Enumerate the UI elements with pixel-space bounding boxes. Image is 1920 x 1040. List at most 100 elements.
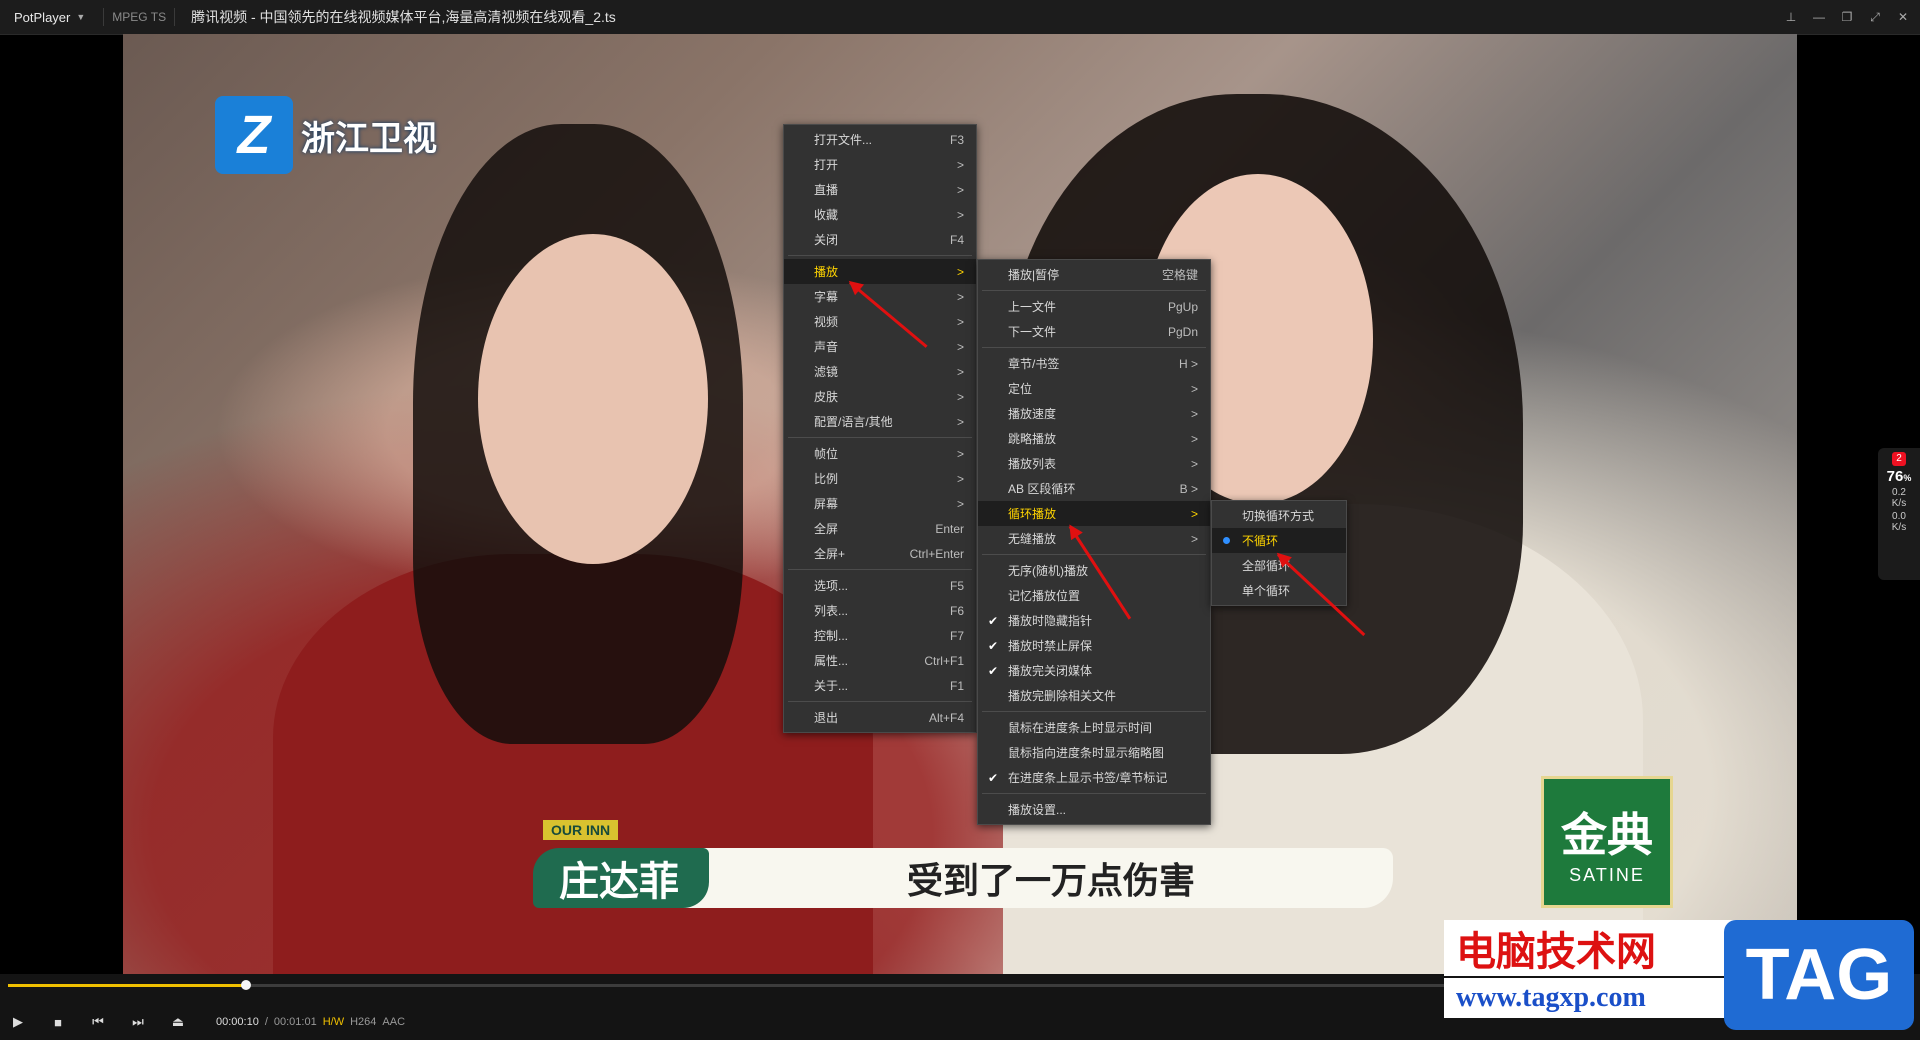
context-menu-item[interactable]: 配置/语言/其他 > xyxy=(784,409,976,434)
play-menu-item[interactable]: ✔ 播放时隐藏指针 xyxy=(978,608,1210,633)
context-menu-item[interactable]: 直播 > xyxy=(784,177,976,202)
context-menu-item-shortcut: > xyxy=(956,289,964,304)
context-menu-item[interactable]: 滤镜 > xyxy=(784,359,976,384)
chevron-down-icon: ▼ xyxy=(76,12,86,22)
context-menu-item-shortcut: > xyxy=(956,389,964,404)
seek-bar[interactable] xyxy=(8,980,1458,990)
loop-menu-item[interactable]: 切换循环方式 xyxy=(1212,503,1346,528)
divider xyxy=(103,8,105,26)
context-menu-item[interactable]: 属性... Ctrl+F1 xyxy=(784,648,976,673)
play-menu-item[interactable]: 播放完删除相关文件 xyxy=(978,683,1210,708)
context-menu-item-shortcut: F7 xyxy=(949,628,964,643)
context-menu-item[interactable]: 全屏 Enter xyxy=(784,516,976,541)
context-menu-item[interactable]: 关于... F1 xyxy=(784,673,976,698)
brand-logo-sub: SATINE xyxy=(1569,864,1645,885)
context-menu-item[interactable]: 控制... F7 xyxy=(784,623,976,648)
window-title: 腾讯视频 - 中国领先的在线视频媒体平台,海量高清视频在线观看_2.ts xyxy=(191,9,616,25)
menu-separator xyxy=(982,347,1206,348)
seek-bar-progress xyxy=(8,984,246,987)
hw-decoder-badge[interactable]: H/W xyxy=(323,1016,344,1028)
brand-logo-text: 金典 xyxy=(1561,808,1653,861)
context-menu-item-label: 滤镜 xyxy=(814,365,839,379)
play-menu-item[interactable]: 无缝播放 > xyxy=(978,526,1210,551)
play-menu-item-label: 播放完删除相关文件 xyxy=(1008,689,1117,703)
pin-icon[interactable]: ⊥ xyxy=(1782,8,1800,26)
play-menu-item[interactable]: ✔ 在进度条上显示书签/章节标记 xyxy=(978,765,1210,790)
restore-icon[interactable]: ❐ xyxy=(1838,8,1856,26)
context-menu-item[interactable]: 列表... F6 xyxy=(784,598,976,623)
context-menu-item-shortcut: > xyxy=(956,414,964,429)
caption-name: 庄达菲 xyxy=(533,848,709,908)
current-time[interactable]: 00:00:10 xyxy=(216,1016,259,1028)
eject-icon[interactable]: ⏏ xyxy=(170,1014,186,1030)
context-menu-item-label: 皮肤 xyxy=(814,390,839,404)
context-menu-item-shortcut: F1 xyxy=(949,678,964,693)
seek-bar-handle[interactable] xyxy=(240,980,251,990)
context-menu-item[interactable]: 声音 > xyxy=(784,334,976,359)
play-menu-item-shortcut: > xyxy=(1190,381,1198,396)
context-menu-item-shortcut: Ctrl+Enter xyxy=(909,546,964,561)
context-menu-item[interactable]: 比例 > xyxy=(784,466,976,491)
play-menu-item[interactable]: 播放速度 > xyxy=(978,401,1210,426)
menu-separator xyxy=(788,701,972,702)
context-menu-item[interactable]: 屏幕 > xyxy=(784,491,976,516)
context-menu-item-shortcut: > xyxy=(956,364,964,379)
next-icon[interactable]: ⏭ xyxy=(130,1014,146,1030)
audio-codec[interactable]: AAC xyxy=(382,1016,405,1028)
play-menu-item[interactable]: 定位 > xyxy=(978,376,1210,401)
context-menu-item[interactable]: 打开文件... F3 xyxy=(784,127,976,152)
context-menu-item[interactable]: 退出 Alt+F4 xyxy=(784,705,976,730)
play-menu-item-shortcut: > xyxy=(1190,531,1198,546)
context-menu-item[interactable]: 视频 > xyxy=(784,309,976,334)
context-menu-item[interactable]: 选项... F5 xyxy=(784,573,976,598)
loop-menu-item-label: 不循环 xyxy=(1242,534,1279,548)
play-menu-item[interactable]: 上一文件 PgUp xyxy=(978,294,1210,319)
play-menu-item-label: 鼠标指向进度条时显示缩略图 xyxy=(1008,746,1165,760)
context-menu-item[interactable]: 收藏 > xyxy=(784,202,976,227)
play-menu-item[interactable]: 鼠标在进度条上时显示时间 xyxy=(978,715,1210,740)
play-menu-item[interactable]: 下一文件 PgDn xyxy=(978,319,1210,344)
context-menu-item-label: 退出 xyxy=(814,711,839,725)
context-menu-item[interactable]: 皮肤 > xyxy=(784,384,976,409)
context-menu-item-shortcut: > xyxy=(956,157,964,172)
play-menu-item[interactable]: 记忆播放位置 xyxy=(978,583,1210,608)
app-menu-button[interactable]: PotPlayer ▼ xyxy=(0,10,95,25)
play-menu-item[interactable]: 循环播放 > xyxy=(978,501,1210,526)
channel-logo: Z 浙江卫视 xyxy=(215,96,437,174)
play-menu-item-label: AB 区段循环 xyxy=(1008,482,1076,496)
watermark-url: www.tagxp.com xyxy=(1444,978,1756,1018)
fullscreen-icon[interactable]: ⤢ xyxy=(1866,8,1884,26)
stop-icon[interactable]: ■ xyxy=(50,1014,66,1030)
menu-separator xyxy=(788,569,972,570)
play-icon[interactable]: ▶ xyxy=(10,1014,26,1030)
play-menu-item[interactable]: AB 区段循环 B > xyxy=(978,476,1210,501)
play-menu-item[interactable]: 章节/书签 H > xyxy=(978,351,1210,376)
play-menu-item[interactable]: 播放设置... xyxy=(978,797,1210,822)
title-bar: PotPlayer ▼ MPEG TS 腾讯视频 - 中国领先的在线视频媒体平台… xyxy=(0,0,1920,35)
context-menu-item[interactable]: 帧位 > xyxy=(784,441,976,466)
context-menu-item-shortcut: Alt+F4 xyxy=(928,710,964,725)
window-controls: ⊥ — ❐ ⤢ ✕ xyxy=(1782,0,1912,34)
previous-icon[interactable]: ⏮ xyxy=(90,1014,106,1030)
context-menu-item[interactable]: 打开 > xyxy=(784,152,976,177)
context-menu-item-label: 关闭 xyxy=(814,233,839,247)
context-menu-item-shortcut: F4 xyxy=(949,232,964,247)
play-menu-item[interactable]: ✔ 播放时禁止屏保 xyxy=(978,633,1210,658)
minimize-icon[interactable]: — xyxy=(1810,8,1828,26)
play-menu-item[interactable]: 鼠标指向进度条时显示缩略图 xyxy=(978,740,1210,765)
play-menu-item[interactable]: ✔ 播放完关闭媒体 xyxy=(978,658,1210,683)
network-monitor-widget[interactable]: 2 76% 0.2 K/s 0.0 K/s xyxy=(1878,448,1920,580)
close-icon[interactable]: ✕ xyxy=(1894,8,1912,26)
play-menu-item[interactable]: 跳略播放 > xyxy=(978,426,1210,451)
context-menu-item[interactable]: 全屏+ Ctrl+Enter xyxy=(784,541,976,566)
context-menu-item-label: 播放 xyxy=(814,265,839,279)
play-menu-item[interactable]: 播放|暂停 空格键 xyxy=(978,262,1210,287)
play-menu-item-shortcut: > xyxy=(1190,506,1198,521)
video-codec[interactable]: H264 xyxy=(350,1016,376,1028)
context-menu-item[interactable]: 播放 > xyxy=(784,259,976,284)
context-menu-item-label: 选项... xyxy=(814,579,849,593)
play-menu-item[interactable]: 播放列表 > xyxy=(978,451,1210,476)
context-menu-item-label: 关于... xyxy=(814,679,849,693)
notification-badge: 2 xyxy=(1892,452,1906,466)
context-menu-item[interactable]: 关闭 F4 xyxy=(784,227,976,252)
